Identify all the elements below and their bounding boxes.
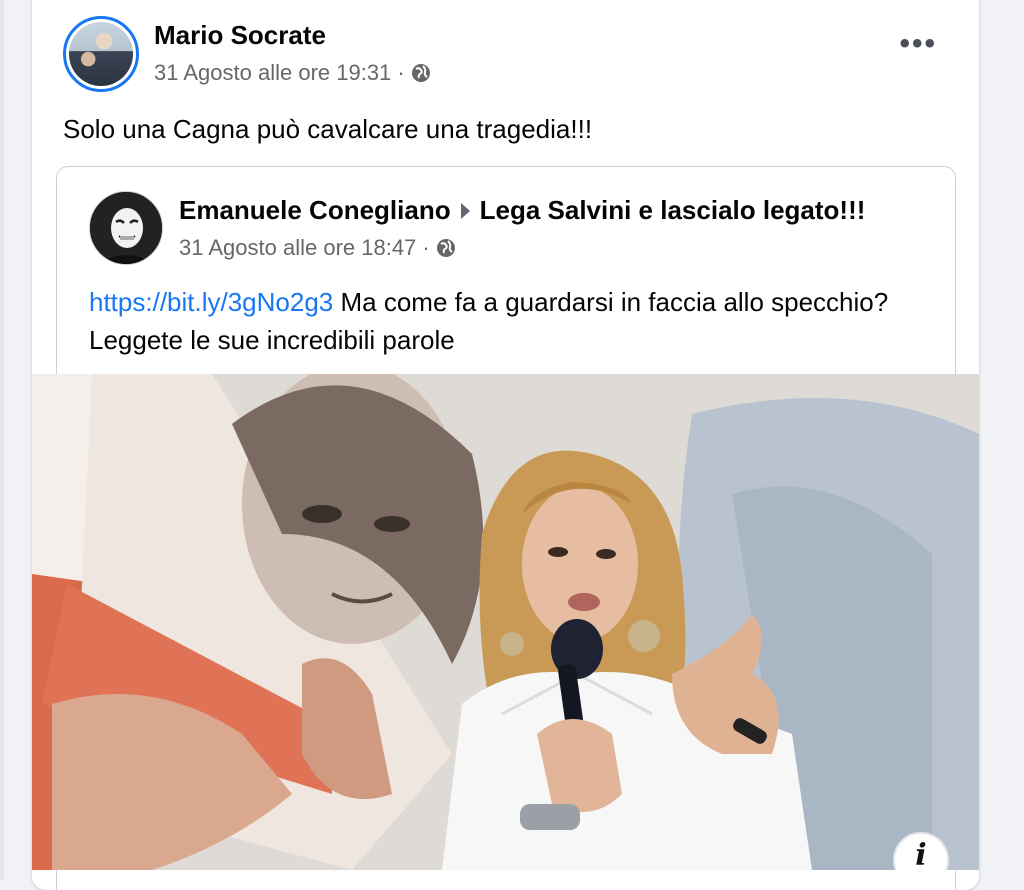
- left-background-edge: [0, 0, 4, 880]
- more-options-icon[interactable]: •••: [899, 29, 937, 59]
- author-name[interactable]: Mario Socrate: [154, 20, 326, 51]
- globe-icon: [436, 239, 455, 257]
- shared-group-name[interactable]: Lega Salvini e lascialo legato!!!: [480, 195, 866, 226]
- globe-icon: [411, 64, 430, 82]
- photo-illustration: [32, 374, 979, 870]
- shared-author-avatar[interactable]: [89, 191, 163, 265]
- shared-meta: 31 Agosto alle ore 18:47 ·: [179, 235, 456, 261]
- post-timestamp[interactable]: 31 Agosto alle ore 19:31 ·: [154, 60, 405, 86]
- post-photo[interactable]: i: [32, 374, 979, 870]
- shared-link[interactable]: https://bit.ly/3gNo2g3: [89, 287, 333, 317]
- arrow-right-icon: [460, 202, 470, 219]
- post-meta: 31 Agosto alle ore 19:31 ·: [154, 60, 431, 86]
- shared-timestamp[interactable]: 31 Agosto alle ore 18:47 ·: [179, 235, 430, 261]
- shared-header: Emanuele Conegliano Lega Salvini e lasci…: [179, 195, 865, 226]
- post-text: Solo una Cagna può cavalcare una tragedi…: [63, 114, 593, 144]
- author-avatar[interactable]: [63, 16, 139, 92]
- shared-text: https://bit.ly/3gNo2g3 Ma come fa a guar…: [89, 283, 909, 359]
- shared-author-name[interactable]: Emanuele Conegliano: [179, 195, 451, 226]
- facebook-post: Mario Socrate 31 Agosto alle ore 19:31 ·…: [32, 0, 979, 890]
